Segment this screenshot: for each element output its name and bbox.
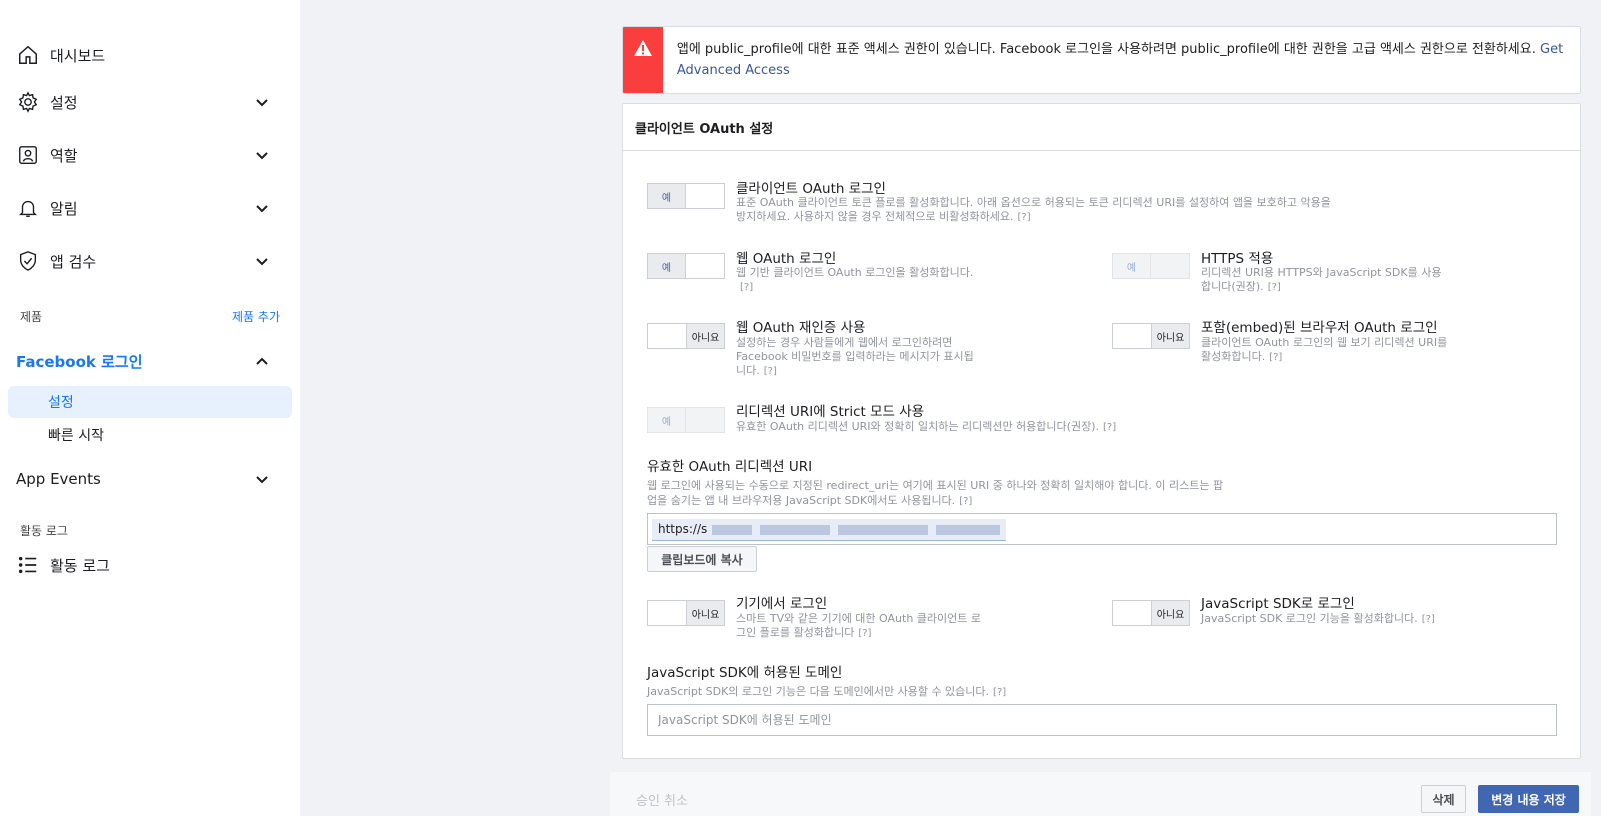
sidebar-subitem-quickstart[interactable]: 빠른 시작 [8,419,292,451]
panel-title: 클라이언트 OAuth 설정 [623,104,1580,151]
save-changes-button[interactable]: 변경 내용 저장 [1478,785,1579,813]
sidebar-item-app-review[interactable]: 앱 검수 [16,246,284,276]
device-login-title: 기기에서 로그인 [736,596,828,612]
redirect-uri-title: 유효한 OAuth 리디렉션 URI [647,459,813,475]
help-link[interactable]: [?] [740,282,753,293]
reauth-desc: 설정하는 경우 사람들에게 웹에서 로그인하려면 Facebook 비밀번호를 … [736,336,974,377]
copy-to-clipboard-button[interactable]: 클립보드에 복사 [647,546,757,572]
client-oauth-desc: 표준 OAuth 클라이언트 토큰 플로를 활성화합니다. 아래 옵션으로 허용… [736,196,1331,223]
roles-icon [16,143,40,167]
client-oauth-toggle[interactable]: 예 [647,183,725,209]
sidebar-item-label: Facebook 로그인 [16,352,143,371]
sidebar-subitem-label: 설정 [48,395,74,411]
warning-icon [633,40,652,56]
alert-message: 앱에 public_profile에 대한 표준 액세스 권한이 있습니다. F… [663,27,1580,93]
device-login-toggle[interactable]: 아니요 [647,600,725,626]
help-link[interactable]: [?] [993,687,1006,698]
sidebar-item-label: App Events [16,470,101,488]
embedded-desc: 클라이언트 OAuth 로그인의 웹 보기 리디렉션 URI를 활성화합니다.[… [1201,336,1448,363]
toggle-off-label: 아니요 [686,324,724,348]
cancel-approval-link[interactable]: 승인 취소 [636,790,688,809]
help-link[interactable]: [?] [1103,422,1116,433]
activity-section-label: 활동 로그 [20,524,68,538]
jssdk-login-desc: JavaScript SDK 로그인 기능을 활성화합니다. [?] [1201,612,1435,625]
web-oauth-desc: 웹 기반 클라이언트 OAuth 로그인을 활성화합니다.[?] [736,266,974,293]
reauth-toggle[interactable]: 아니요 [647,323,725,349]
redirect-uri-token[interactable]: https://s [652,518,1006,541]
help-link[interactable]: [?] [764,366,777,377]
alert-bar [623,27,663,93]
advanced-access-alert: 앱에 public_profile에 대한 표준 액세스 권한이 있습니다. F… [622,26,1581,94]
add-product-link[interactable]: 제품 추가 [232,308,280,325]
delete-button[interactable]: 삭제 [1421,785,1466,813]
sidebar-item-app-events[interactable]: App Events [16,464,284,494]
https-title: HTTPS 적용 [1201,251,1274,267]
https-toggle[interactable]: 예 [1112,253,1190,279]
help-link[interactable]: [?] [1268,282,1281,293]
help-link[interactable]: [?] [959,496,972,507]
redirect-uri-desc: 웹 로그인에 사용되는 수동으로 지정된 redirect_uri는 여기에 표… [647,479,1224,507]
sidebar-item-facebook-login[interactable]: Facebook 로그인 [16,349,284,373]
toggle-on-label: 예 [648,408,686,432]
sidebar-item-label: 역할 [50,146,78,165]
chevron-down-icon [256,258,268,266]
web-oauth-title: 웹 OAuth 로그인 [736,251,837,267]
strict-title: 리디렉션 URI에 Strict 모드 사용 [736,404,925,420]
chevron-up-icon [256,357,268,365]
chevron-down-icon [256,152,268,160]
home-icon [16,43,40,67]
chevron-down-icon [256,476,268,484]
sidebar-item-roles[interactable]: 역할 [16,140,284,170]
shield-check-icon [16,249,40,273]
products-section-label: 제품 [20,310,43,324]
sdk-domains-desc: JavaScript SDK의 로그인 기능은 다음 도메인에서만 사용할 수 … [647,685,1007,698]
embedded-title: 포함(embed)된 브라우저 OAuth 로그인 [1201,320,1438,336]
sidebar-subitem-settings[interactable]: 설정 [8,386,292,418]
sidebar-item-dashboard[interactable]: 대시보드 [16,40,284,70]
sidebar-item-label: 설정 [50,93,78,112]
sidebar-item-notifications[interactable]: 알림 [16,193,284,223]
bell-icon [16,196,40,220]
toggle-off-label: 아니요 [686,601,724,625]
sidebar-item-settings[interactable]: 설정 [16,87,284,117]
chevron-down-icon [256,205,268,213]
help-link[interactable]: [?] [1269,352,1282,363]
sdk-domains-input[interactable] [647,704,1557,736]
help-link[interactable]: [?] [1422,614,1435,625]
sidebar-item-label: 활동 로그 [50,556,110,575]
redirect-uri-input[interactable]: https://s [647,513,1557,545]
sidebar-item-label: 앱 검수 [50,252,97,271]
alert-text: 앱에 public_profile에 대한 표준 액세스 권한이 있습니다. F… [676,42,1536,57]
jssdk-login-title: JavaScript SDK로 로그인 [1201,596,1355,612]
sdk-domains-title: JavaScript SDK에 허용된 도메인 [647,665,843,681]
gear-icon [16,90,40,114]
embedded-browser-toggle[interactable]: 아니요 [1112,323,1190,349]
sidebar-item-activity-log[interactable]: 활동 로그 [16,550,284,580]
strict-desc: 유효한 OAuth 리디렉션 URI와 정확히 일치하는 리디렉션만 허용합니다… [736,420,1117,433]
sidebar-subitem-label: 빠른 시작 [48,428,104,444]
toggle-on-label: 예 [648,184,686,208]
list-icon [16,553,40,577]
toggle-on-label: 예 [1113,254,1151,278]
sidebar-item-label: 알림 [50,199,78,218]
strict-mode-toggle[interactable]: 예 [647,407,725,433]
web-oauth-toggle[interactable]: 예 [647,253,725,279]
jssdk-login-toggle[interactable]: 아니요 [1112,600,1190,626]
chevron-down-icon [256,99,268,107]
client-oauth-title: 클라이언트 OAuth 로그인 [736,181,886,197]
sidebar-item-label: 대시보드 [50,46,106,65]
help-link[interactable]: [?] [858,628,871,639]
toggle-off-label: 아니요 [1151,324,1189,348]
sidebar: 대시보드 설정 역할 알림 앱 검수 제품 제품 추가 Facebook 로그인 [0,0,300,816]
toggle-on-label: 예 [648,254,686,278]
reauth-title: 웹 OAuth 재인증 사용 [736,320,866,336]
toggle-off-label: 아니요 [1151,601,1189,625]
device-login-desc: 스마트 TV와 같은 기기에 대한 OAuth 클라이언트 로그인 플로를 활성… [736,612,982,639]
help-link[interactable]: [?] [1017,212,1030,223]
https-desc: 리디렉션 URI용 HTTPS와 JavaScript SDK를 사용합니다(권… [1201,266,1442,293]
